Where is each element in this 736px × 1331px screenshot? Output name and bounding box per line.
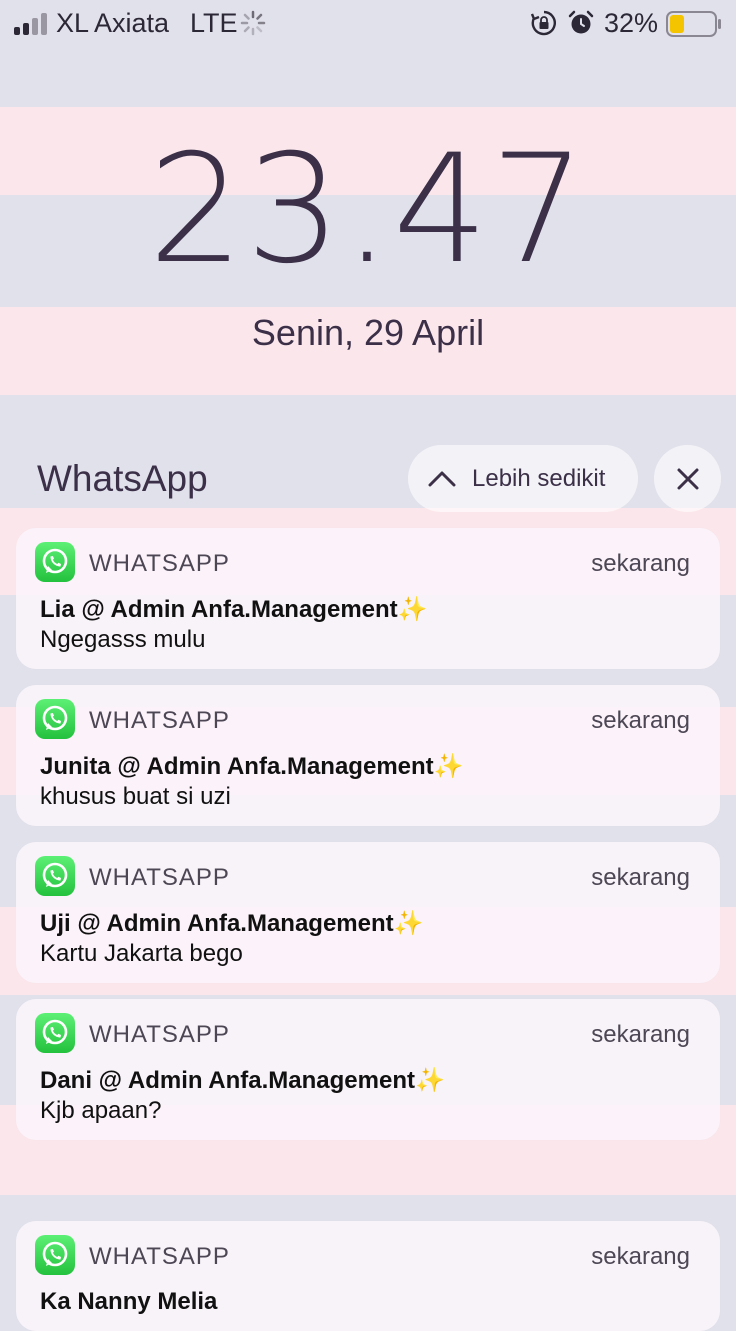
notification-message: Ngegasss mulu <box>40 626 206 653</box>
sparkles-emoji: ✨ <box>415 1067 445 1094</box>
notification-card[interactable]: WHATSAPP sekarang Lia @ Admin Anfa.Manag… <box>16 528 720 669</box>
notification-sender: Lia @ Admin Anfa.Management✨ <box>40 595 428 624</box>
notification-app-name: WHATSAPP <box>89 864 230 891</box>
notification-message: Kjb apaan? <box>40 1097 162 1124</box>
notification-card[interactable]: WHATSAPP sekarang Dani @ Admin Anfa.Mana… <box>16 999 720 1140</box>
notification-sender: Uji @ Admin Anfa.Management✨ <box>40 909 424 938</box>
sender-name: Dani @ Admin Anfa.Management <box>40 1067 415 1094</box>
battery-icon <box>666 11 721 37</box>
battery-level-fill <box>670 15 684 33</box>
lock-screen-time: 23.47 <box>148 123 588 297</box>
notification-card[interactable]: WHATSAPP sekarang Junita @ Admin Anfa.Ma… <box>16 685 720 826</box>
whatsapp-app-icon <box>35 542 75 582</box>
notification-sender: Junita @ Admin Anfa.Management✨ <box>40 752 464 781</box>
notification-app-name: WHATSAPP <box>89 550 230 577</box>
sparkles-emoji: ✨ <box>433 753 464 780</box>
notification-app-name: WHATSAPP <box>89 1021 230 1048</box>
notification-time: sekarang <box>591 1021 690 1048</box>
show-less-button[interactable]: Lebih sedikit <box>408 445 638 512</box>
alarm-icon <box>568 10 594 34</box>
sender-name: Uji @ Admin Anfa.Management <box>40 910 394 937</box>
sparkles-emoji: ✨ <box>393 910 424 937</box>
whatsapp-app-icon <box>35 699 75 739</box>
whatsapp-app-icon <box>35 1013 75 1053</box>
notification-time: sekarang <box>591 1243 690 1270</box>
sender-name: Lia @ Admin Anfa.Management <box>40 596 398 623</box>
sparkles-emoji: ✨ <box>397 596 428 623</box>
signal-icon <box>14 13 47 35</box>
whatsapp-app-icon <box>35 1235 75 1275</box>
sender-name: Ka Nanny Melia <box>40 1288 218 1315</box>
notification-sender: Ka Nanny Melia <box>40 1288 217 1316</box>
notification-sender: Dani @ Admin Anfa.Management✨ <box>40 1066 445 1095</box>
notification-time: sekarang <box>591 864 690 891</box>
notification-group-title: WhatsApp <box>37 458 208 499</box>
notification-card[interactable]: WHATSAPP sekarang Uji @ Admin Anfa.Manag… <box>16 842 720 983</box>
notification-message: khusus buat si uzi <box>40 783 231 810</box>
battery-percentage: 32% <box>604 8 659 38</box>
carrier-name: XL Axiata <box>56 8 170 38</box>
loading-spinner-icon <box>240 10 266 36</box>
lock-screen-date: Senin, 29 April <box>251 312 485 353</box>
notification-message: Kartu Jakarta bego <box>40 940 243 967</box>
notification-app-name: WHATSAPP <box>89 1243 230 1270</box>
notification-time: sekarang <box>591 550 690 577</box>
chevron-up-icon <box>428 471 456 486</box>
show-less-label: Lebih sedikit <box>472 464 606 492</box>
notification-time: sekarang <box>591 707 690 734</box>
close-icon <box>677 468 698 489</box>
status-bar: XL Axiata LTE 32% <box>0 0 736 48</box>
notification-card[interactable]: WHATSAPP sekarang Ka Nanny Melia <box>16 1221 720 1331</box>
rotation-lock-icon <box>531 10 556 36</box>
network-type: LTE <box>190 8 238 38</box>
whatsapp-app-icon <box>35 856 75 896</box>
notification-app-name: WHATSAPP <box>89 707 230 734</box>
sender-name: Junita @ Admin Anfa.Management <box>40 753 434 780</box>
clear-notifications-button[interactable] <box>654 445 721 512</box>
